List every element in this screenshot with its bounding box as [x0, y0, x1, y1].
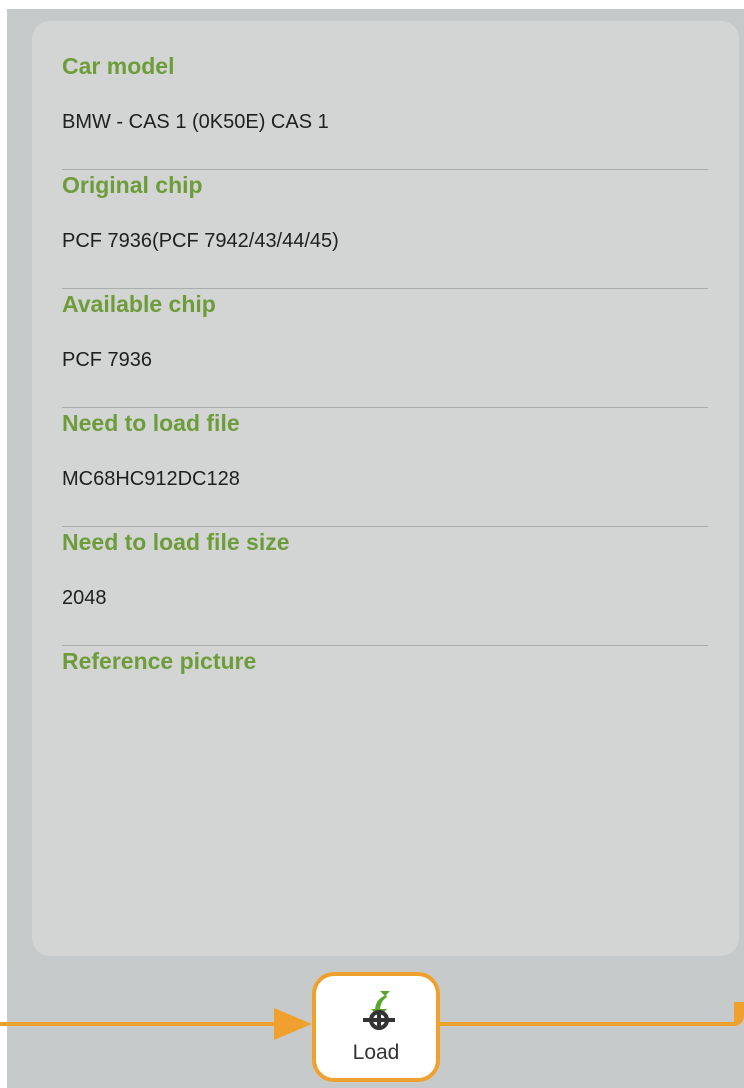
car-model-value: BMW - CAS 1 (0K50E) CAS 1: [62, 111, 329, 133]
right-callout-line: [440, 1022, 736, 1026]
load-file-size-value: 2048: [62, 587, 107, 609]
load-file-label: Need to load file: [62, 410, 240, 436]
load-file-value: MC68HC912DC128: [62, 468, 240, 490]
app-screen: Car model BMW - CAS 1 (0K50E) CAS 1 Orig…: [7, 9, 744, 1088]
callout-arrowhead: [274, 1008, 312, 1040]
original-chip-value: PCF 7936(PCF 7942/43/44/45): [62, 230, 339, 252]
available-chip-label: Available chip: [62, 291, 216, 317]
left-callout-line: [0, 1022, 278, 1026]
load-button-label: Load: [352, 1041, 400, 1064]
load-file-size-label: Need to load file size: [62, 529, 290, 555]
load-button[interactable]: Load: [312, 972, 440, 1082]
car-model-label: Car model: [62, 53, 175, 79]
detail-card: Car model BMW - CAS 1 (0K50E) CAS 1 Orig…: [32, 21, 739, 956]
original-chip-label: Original chip: [62, 172, 203, 198]
reference-picture-label: Reference picture: [62, 648, 257, 674]
available-chip-value: PCF 7936: [62, 349, 153, 371]
load-gear-icon: [363, 991, 395, 1030]
